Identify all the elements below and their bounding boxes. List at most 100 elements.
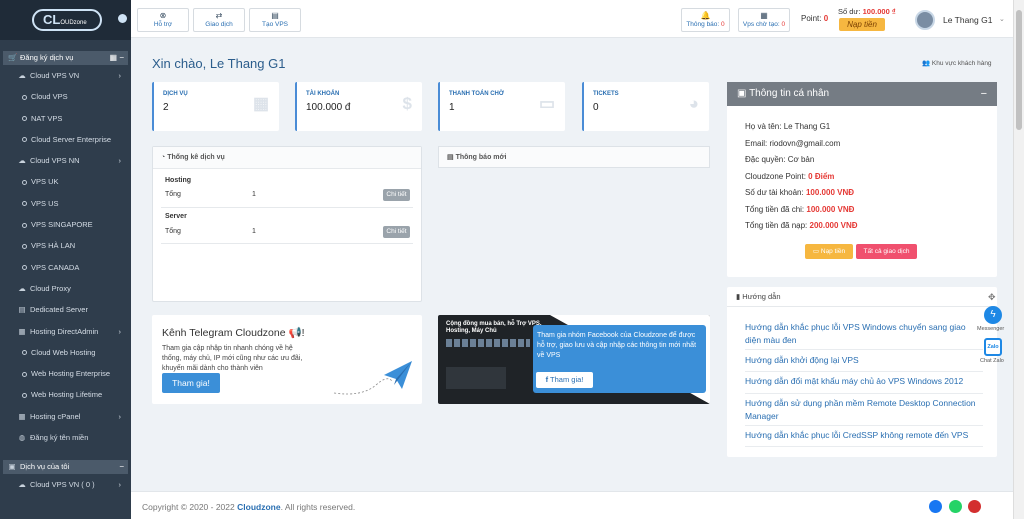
sidebar-item-label: Cloud Proxy — [30, 283, 71, 293]
topup-button[interactable]: Nạp tiền — [839, 18, 885, 31]
guide-link[interactable]: Hướng dẫn khắc phục lỗi VPS Windows chuy… — [745, 321, 983, 350]
divider — [161, 207, 413, 208]
group-total-label: Tổng — [165, 191, 181, 198]
collapse-icon[interactable]: − — [981, 82, 987, 106]
stat-card: TICKETS 0 ◕ — [582, 82, 709, 131]
sidebar-item[interactable]: ☁ Cloud VPS VN ( 0 ) › — [0, 474, 131, 495]
section-my-services[interactable]: ▣ Dịch vụ của tôi − — [3, 460, 128, 475]
bell-icon: 🔔 — [700, 11, 711, 20]
move-icon[interactable]: ✥ — [988, 292, 996, 303]
facebook-footer-icon[interactable] — [929, 500, 942, 513]
sidebar-item-label: Cloud VPS — [31, 92, 68, 102]
guide-link[interactable]: Hướng dẫn đổi mật khẩu máy chủ ảo VPS Wi… — [745, 375, 983, 394]
stat-title: DỊCH VỤ — [163, 91, 188, 97]
sidebar-item[interactable]: VPS UK — [0, 171, 131, 192]
facebook-card: Cộng đồng mua bán, hỗ Trợ VPS, Hosting, … — [438, 315, 710, 404]
sidebar-item[interactable]: ☁ Cloud VPS VN › — [0, 65, 131, 86]
messenger-icon[interactable]: ϟ — [984, 306, 1002, 324]
hosting-icon: ▦ — [18, 411, 26, 421]
footer-brand-link[interactable]: Cloudzone — [237, 502, 280, 512]
news-panel: ▤ Thông báo mới — [438, 146, 710, 302]
sidebar-item[interactable]: Web Hosting Enterprise — [0, 363, 131, 384]
user-name[interactable]: Le Thang G1 — [943, 15, 992, 25]
profile-topup-label: Nạp tiền — [820, 248, 846, 255]
youtube-icon[interactable] — [968, 500, 981, 513]
floating-contacts: ✥ ϟ Messenger Zalo Chat Zalo — [975, 292, 1007, 376]
sidebar-item[interactable]: ▤ Dedicated Server — [0, 299, 131, 320]
notif-label: Thông báo: — [686, 21, 720, 28]
my-services-menu: ☁ Cloud VPS VN ( 0 ) › — [0, 474, 131, 495]
service-stats-panel: ◔ Thống kê dịch vụ Hosting Tổng 1 Chi ti… — [152, 146, 422, 302]
stat-card: TÀI KHOẢN 100.000 đ $ — [295, 82, 422, 131]
profile-line-value: 200.000 VNĐ — [809, 221, 858, 230]
customer-area-link[interactable]: 👥 Khu vực khách hàng — [922, 59, 992, 67]
group-name: Hosting — [165, 177, 192, 184]
profile-line: Số dư tài khoản: 100.000 VNĐ — [745, 188, 854, 197]
scrollbar[interactable] — [1013, 0, 1024, 519]
profile-line: Tổng tiền đã chi: 100.000 VNĐ — [745, 205, 854, 214]
detail-button[interactable]: Chi tiết — [383, 189, 410, 201]
exchange-icon: ⇄ — [215, 11, 223, 20]
scrollbar-thumb[interactable] — [1016, 10, 1022, 130]
sidebar-item-label: Web Hosting Lifetime — [31, 390, 103, 400]
whatsapp-icon[interactable] — [949, 500, 962, 513]
profile-line-value: 100.000 VNĐ — [805, 188, 854, 197]
detail-button[interactable]: Chi tiết — [383, 226, 410, 238]
sidebar-item[interactable]: ◍ Đăng ký tên miền — [0, 427, 131, 448]
balance-value: 100.000 ₫ — [862, 7, 896, 16]
sidebar-item[interactable]: NAT VPS — [0, 108, 131, 129]
sidebar-item[interactable]: VPS US — [0, 193, 131, 214]
sidebar-item[interactable]: ☁ Cloud Proxy — [0, 278, 131, 299]
profile-line-label: Số dư tài khoản: — [745, 188, 804, 197]
toggle-icon[interactable] — [118, 14, 127, 23]
guide-link[interactable]: Hướng dẫn khắc phục lỗi CredSSP không re… — [745, 429, 983, 447]
page-title: Xin chào, Le Thang G1 — [152, 56, 286, 71]
sidebar-menu: ☁ Cloud VPS VN › Cloud VPS NAT VPS Cloud Serv… — [0, 65, 131, 448]
sidebar-item[interactable]: VPS HÀ LAN — [0, 235, 131, 256]
sidebar-item[interactable]: ▦ Hosting DirectAdmin › — [0, 321, 131, 342]
facebook-join-button[interactable]: f Tham gia! — [536, 372, 593, 388]
notifications-button[interactable]: 🔔 Thông báo: 0 — [681, 8, 730, 32]
news-title: Thông báo mới — [455, 154, 507, 161]
point-label: Point: — [801, 14, 822, 23]
sidebar-item-label: VPS UK — [31, 177, 59, 187]
circle-icon — [22, 350, 27, 356]
sidebar: CLOUDzone 🛒 Đăng ký dịch vụ ▦ − ☁ Cloud VP… — [0, 0, 131, 519]
avatar[interactable] — [915, 10, 935, 30]
telegram-desc: Tham gia cập nhập tin nhanh chóng về hệ … — [162, 345, 303, 372]
zalo-icon[interactable]: Zalo — [984, 338, 1002, 356]
logo-prefix: CL — [43, 12, 61, 27]
profile-panel: ▣ Thông tin cá nhân − Họ và tên: Le Thang… — [727, 82, 997, 277]
profile-topup-button[interactable]: ▭ Nạp tiền — [805, 244, 853, 259]
sidebar-item[interactable]: ▦ Hosting cPanel › — [0, 406, 131, 427]
guide-link[interactable]: Hướng dẫn khởi động lại VPS — [745, 354, 983, 372]
minus-icon[interactable]: − — [119, 460, 124, 474]
transactions-button[interactable]: ⇄ Giao dịch — [193, 8, 245, 32]
sidebar-item[interactable]: Cloud VPS — [0, 86, 131, 107]
guide-link[interactable]: Hướng dẫn sử dụng phần mềm Remote Deskto… — [745, 397, 983, 426]
sidebar-item[interactable]: ☁ Cloud VPS NN › — [0, 150, 131, 171]
dollar-icon: $ — [402, 94, 412, 113]
circle-icon — [22, 94, 27, 100]
sidebar-item[interactable]: Cloud Web Hosting — [0, 342, 131, 363]
profile-title: Thông tin cá nhân — [749, 88, 830, 99]
support-icon: ⊗ — [159, 11, 167, 20]
grid-minus-icon[interactable]: ▦ − — [110, 51, 124, 65]
chevron-down-icon[interactable]: ⌄ — [999, 15, 1005, 23]
all-transactions-button[interactable]: Tất cả giao dịch — [856, 244, 917, 259]
sidebar-item[interactable]: VPS CANADA — [0, 257, 131, 278]
section-register[interactable]: 🛒 Đăng ký dịch vụ ▦ − — [3, 51, 128, 65]
sidebar-item-label: Cloud VPS NN — [30, 156, 80, 166]
create-vps-button[interactable]: ▤ Tạo VPS — [249, 8, 301, 32]
logo[interactable]: CLOUDzone — [0, 0, 131, 40]
pending-vps-button[interactable]: ▦ Vps chờ tạo: 0 — [738, 8, 790, 32]
sidebar-item[interactable]: Web Hosting Lifetime — [0, 384, 131, 405]
app: CLOUDzone 🛒 Đăng ký dịch vụ ▦ − ☁ Cloud VP… — [0, 0, 1024, 519]
support-button[interactable]: ⊗ Hỗ trợ — [137, 8, 189, 32]
sidebar-item[interactable]: VPS SINGAPORE — [0, 214, 131, 235]
sidebar-item[interactable]: Cloud Server Enterprise — [0, 129, 131, 150]
telegram-join-button[interactable]: Tham gia! — [162, 373, 220, 393]
facebook-icon: f — [545, 375, 549, 384]
hosting-icon: ▦ — [18, 326, 26, 336]
group-total-count: 1 — [252, 228, 256, 235]
